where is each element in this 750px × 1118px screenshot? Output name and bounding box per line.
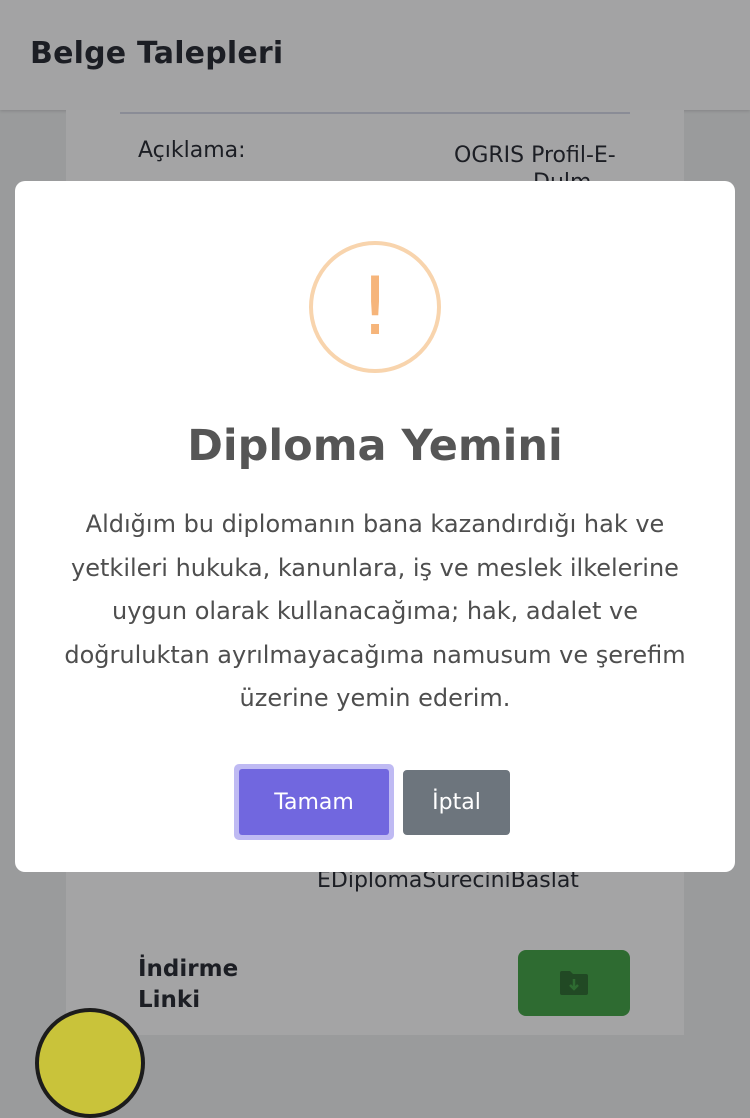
dialog-title: Diploma Yemini xyxy=(187,421,563,471)
cancel-button[interactable]: İptal xyxy=(403,770,510,835)
folder-download-icon xyxy=(560,971,588,995)
card-divider xyxy=(120,112,630,114)
description-value: OGRIS Profil-E- xyxy=(454,143,616,168)
exclamation-warning-icon: ! xyxy=(309,241,441,373)
confirm-button[interactable]: Tamam xyxy=(234,764,394,840)
confirm-button-label[interactable]: Tamam xyxy=(239,769,389,835)
page-title: Belge Talepleri xyxy=(30,36,284,71)
smiley-sticker xyxy=(35,1008,145,1118)
download-button[interactable] xyxy=(518,950,630,1016)
page-header: Belge Talepleri xyxy=(0,0,750,110)
description-label: Açıklama: xyxy=(138,138,246,163)
dialog-message: Aldığım bu diplomanın bana kazandırdığı … xyxy=(64,510,686,712)
download-link-label-line1: İndirme xyxy=(138,956,239,982)
download-link-label-line2: Linki xyxy=(138,987,201,1013)
download-link-label: İndirme Linki xyxy=(138,954,238,1016)
oath-dialog: ! Diploma Yemini Aldığım bu diplomanın b… xyxy=(15,181,735,872)
